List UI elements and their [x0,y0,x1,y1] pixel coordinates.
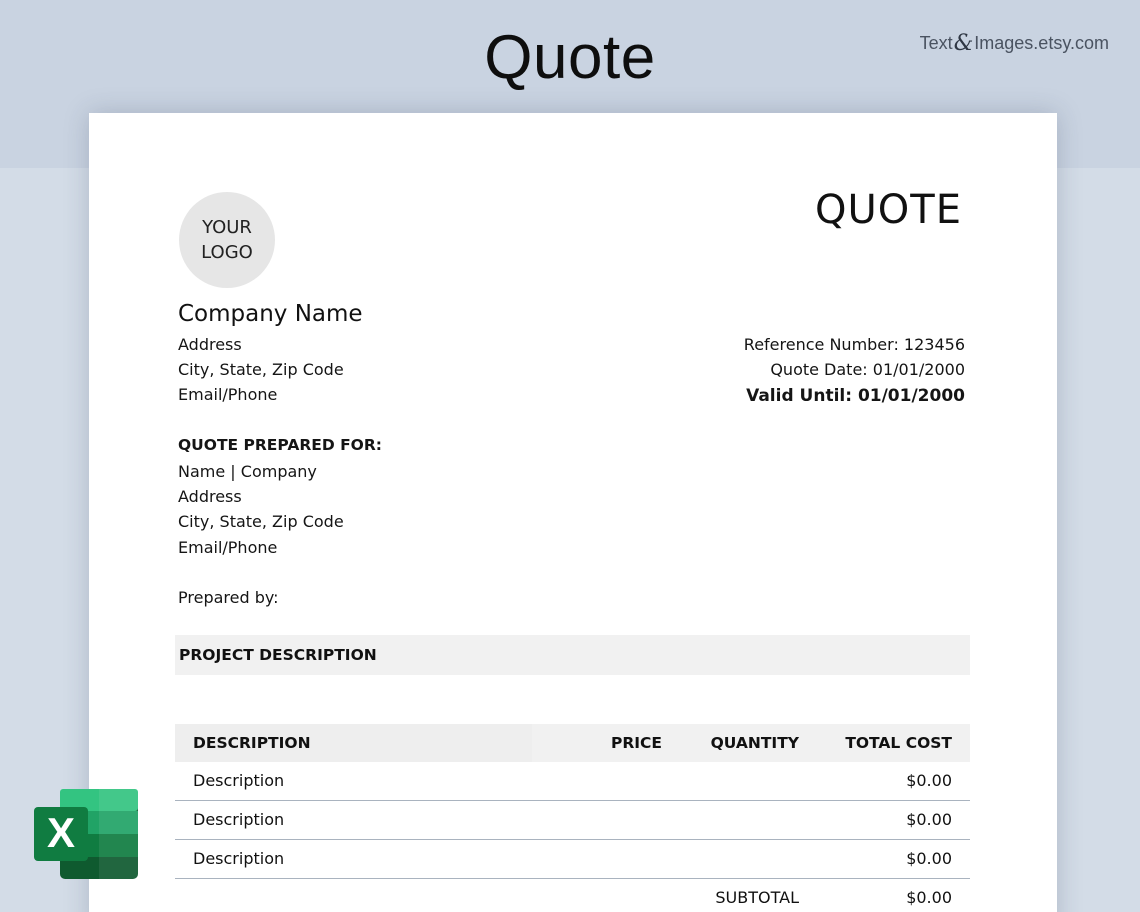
company-address: Address [178,335,242,354]
table-row: Description $0.00 [175,762,970,801]
logo-text-line1: YOUR [202,217,252,238]
table-header: DESCRIPTION PRICE QUANTITY TOTAL COST [175,724,970,762]
valid-until: Valid Until: 01/01/2000 [746,386,965,406]
company-name: Company Name [178,301,363,327]
company-city: City, State, Zip Code [178,360,344,379]
header-total-cost: TOTAL COST [845,734,952,752]
prepared-for-heading: QUOTE PREPARED FOR: [178,436,382,454]
brand-text-right: Images.etsy.com [974,33,1109,53]
row-total: $0.00 [906,849,952,868]
excel-right-column [99,789,138,879]
quote-document: YOUR LOGO QUOTE Company Name Address Cit… [89,113,1057,912]
subtotal-value: $0.00 [906,888,952,907]
subtotal-label: SUBTOTAL [715,888,799,907]
excel-x-glyph: X [47,809,75,856]
header-quantity: QUANTITY [710,734,799,752]
project-description-label: PROJECT DESCRIPTION [179,646,377,664]
client-name: Name | Company [178,462,317,481]
row-description: Description [193,849,285,868]
reference-number: Reference Number: 123456 [743,335,965,354]
quote-date: Quote Date: 01/01/2000 [770,360,965,379]
client-city: City, State, Zip Code [178,512,344,531]
brand-watermark: Text & Images.etsy.com [920,31,1109,56]
row-description: Description [193,771,285,790]
table-row: Description $0.00 [175,840,970,879]
logo-text-line2: LOGO [201,242,253,263]
row-description: Description [193,810,285,829]
row-total: $0.00 [906,771,952,790]
client-contact: Email/Phone [178,538,278,557]
client-address: Address [178,487,242,506]
excel-icon: X [34,789,138,879]
prepared-by-label: Prepared by: [178,588,279,607]
brand-ampersand: & [953,31,974,56]
subtotal-row: SUBTOTAL $0.00 [175,879,970,912]
document-title: QUOTE [815,187,962,233]
company-contact: Email/Phone [178,385,278,404]
row-total: $0.00 [906,810,952,829]
logo-placeholder: YOUR LOGO [179,192,275,288]
line-items-table: DESCRIPTION PRICE QUANTITY TOTAL COST De… [175,724,970,912]
table-row: Description $0.00 [175,801,970,840]
header-price: PRICE [610,734,662,752]
header-description: DESCRIPTION [193,734,311,752]
brand-text-left: Text [919,33,953,53]
